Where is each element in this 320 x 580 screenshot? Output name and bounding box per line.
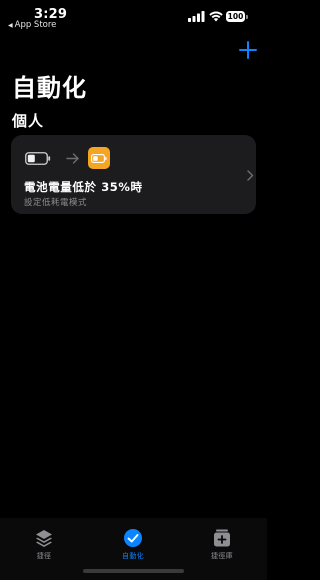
arrow-icon <box>66 153 79 164</box>
tab-shortcuts-label: 捷徑 <box>36 552 52 560</box>
back-triangle-icon: ◀ <box>8 21 13 29</box>
section-title: 個人 <box>12 112 45 130</box>
layers-icon <box>36 530 52 547</box>
wifi-icon <box>209 11 223 22</box>
back-to-app-link[interactable]: ◀ App Store <box>8 20 56 30</box>
gallery-plus-icon <box>214 529 230 547</box>
status-bar: 3:29 ◀ App Store 100 <box>0 0 267 30</box>
tab-automation[interactable]: 自動化 <box>103 528 163 561</box>
home-indicator <box>83 569 184 573</box>
back-app-label: App Store <box>14 20 57 30</box>
battery-indicator: 100 <box>226 11 248 22</box>
automation-action: 設定低耗電模式 <box>24 198 88 208</box>
cellular-signal-icon <box>188 11 205 22</box>
low-power-battery-icon <box>88 147 110 169</box>
automation-trigger: 電池電量低於 35%時 <box>24 180 143 194</box>
plus-icon[interactable] <box>238 40 258 60</box>
clock-check-icon <box>124 529 142 547</box>
tab-shortcuts[interactable]: 捷徑 <box>14 528 74 561</box>
tab-automation-label: 自動化 <box>122 552 144 560</box>
tab-gallery[interactable]: 捷徑庫 <box>192 528 252 561</box>
battery-icon <box>25 152 51 165</box>
chevron-right-icon <box>247 170 254 181</box>
page-title: 自動化 <box>12 74 87 102</box>
automation-card[interactable]: 電池電量低於 35%時 設定低耗電模式 <box>11 135 256 214</box>
tab-gallery-label: 捷徑庫 <box>211 552 233 560</box>
